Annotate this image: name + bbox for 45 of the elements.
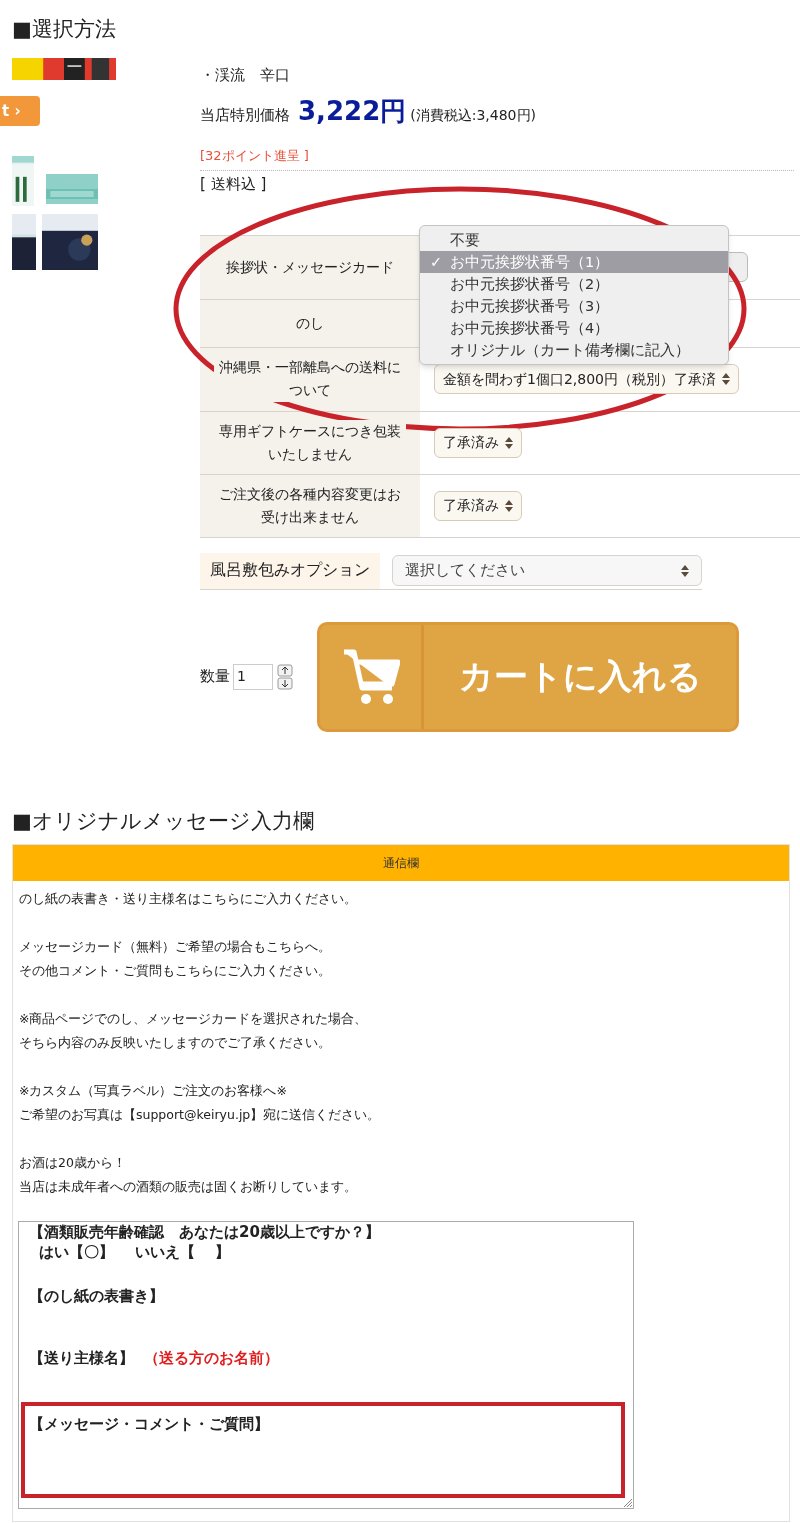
dropdown-option[interactable]: お中元挨拶状番号（4） [420,317,728,339]
field-note: （送る方のお名前） [144,1349,279,1367]
field-text: 【送り主様名】 [29,1349,134,1367]
price-label: 当店特別価格 [200,105,290,126]
info-text: その他コメント・ご質問もこちらにご入力ください。 [19,962,332,980]
message-field[interactable]: 【酒類販売年齢確認 あなたは20歳以上ですか？】 はい【〇】 いいえ【 】 【のし紙の表書き】 【送り主様名】 （送る方のお名前） 【メッセージ・コメント・ご質問】 [18,1221,634,1509]
dropdown-option[interactable]: お中元挨拶状番号（2） [420,273,728,295]
stepper-icon[interactable] [277,663,293,690]
info-text: ご希望のお写真は【support@keiryu.jp】宛に送信ください。 [19,1106,382,1124]
option-select[interactable]: 了承済み [434,427,522,458]
field-text: 【メッセージ・コメント・ご質問】 [29,1415,269,1433]
tax-note: (消費税込:3,480円) [410,106,536,125]
info-text: メッセージカード（無料）ご希望の場合もこちらへ。 [19,938,332,956]
dropdown-option[interactable]: オリジナル（カート備考欄に記入） [420,339,728,361]
option-select[interactable]: 了承済み [434,490,522,521]
info-text: ※カスタム（写真ラベル）ご注文のお客様へ※ [19,1082,288,1100]
field-text: 【のし紙の表書き】 [29,1287,164,1305]
section-heading: ■オリジナルメッセージ入力欄 [11,808,315,835]
option-select[interactable]: 金額を問わず1個口2,800円（税別）了承済 [434,364,739,394]
field-text: 【酒類販売年齢確認 あなたは20歳以上ですか？】 [29,1223,380,1241]
stepper-icon [505,499,513,512]
quantity-field[interactable]: 1 [233,663,273,690]
info-text: 当店は未成年者への酒類の販売は固くお断りしています。 [19,1178,358,1196]
check-icon: ✓ [430,254,443,270]
cart-icon [341,647,400,706]
info-text: のし紙の表書き・送り主様名はこちらにご入力ください。 [19,890,358,908]
option-label: 風呂敷包みオプション [200,552,380,589]
points-note: [32ポイント進呈 ] [200,134,794,171]
info-text: ※商品ページでのし、メッセージカードを選択された場合、 [19,1010,369,1028]
info-text: お酒は20歳から！ [19,1154,127,1172]
stepper-icon [681,564,689,577]
dropdown-option[interactable]: 不要 [420,229,728,251]
resize-icon [622,1497,632,1507]
stepper-icon [722,373,730,385]
info-text: そちら内容のみ反映いたしますのでご了承ください。 [19,1034,332,1052]
product-name: ・渓流 辛口 [200,65,291,86]
section-heading: ■選択方法 [11,16,117,43]
field-text: はい【〇】 いいえ【 】 [38,1243,230,1261]
stepper-icon [505,436,513,449]
dropdown-option[interactable]: お中元挨拶状番号（3） [420,295,728,317]
price: 3,222円 [298,95,407,128]
furoshiki-select[interactable]: 選択してください [392,555,702,586]
shipping-note: [ 送料込 ] [200,173,268,195]
quantity-label: 数量 [200,666,230,688]
panel-header: 通信欄 [13,845,789,881]
